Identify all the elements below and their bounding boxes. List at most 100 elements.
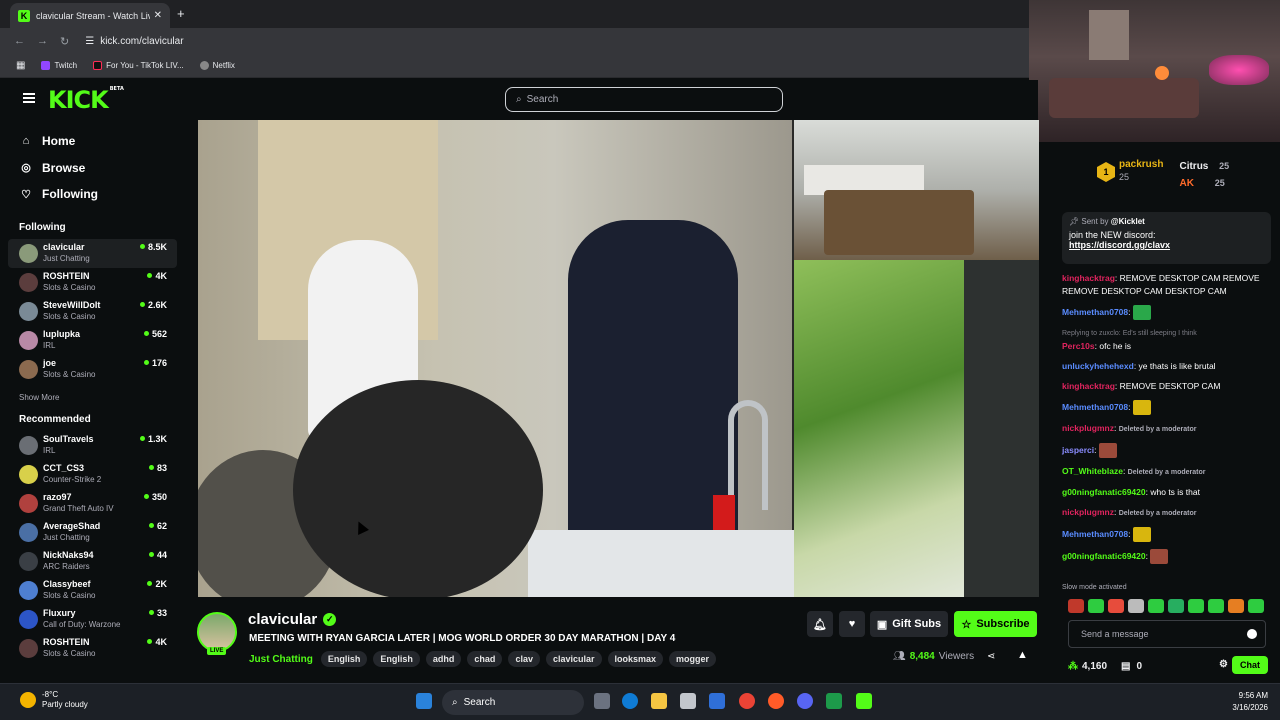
channel-item[interactable]: razo97 Grand Theft Auto IV 350 <box>8 489 177 518</box>
chat-username[interactable]: g00ningfanatic69420 <box>1062 487 1146 497</box>
channel-item[interactable]: SoulTravels IRL 1.3K <box>8 431 177 460</box>
subscribe-button[interactable]: ☆ Subscribe <box>954 611 1037 637</box>
taskbar-search[interactable]: ⌕ Search <box>442 690 584 715</box>
bookmark-twitch[interactable]: Twitch <box>41 61 77 70</box>
xbox-icon[interactable] <box>826 693 842 709</box>
kick-app-icon[interactable] <box>856 693 872 709</box>
chat-message[interactable]: nickplugmnz: Deleted by a moderator <box>1062 422 1274 436</box>
share-icon[interactable]: ⋖ <box>987 651 995 662</box>
emote-icon[interactable] <box>1228 599 1244 613</box>
chat-username[interactable]: nickplugmnz <box>1062 423 1114 433</box>
chat-username[interactable]: OT_Whiteblaze <box>1062 466 1123 476</box>
reload-icon[interactable]: ↻ <box>60 35 69 48</box>
video-player[interactable] <box>198 120 1039 597</box>
tag-chip[interactable]: clav <box>508 651 540 667</box>
outlook-icon[interactable] <box>709 693 725 709</box>
channel-item[interactable]: ROSHTEIN Slots & Casino 4K <box>8 268 177 297</box>
chat-username[interactable]: Mehmethan0708 <box>1062 402 1128 412</box>
settings-icon[interactable]: ⚙ <box>1219 659 1228 670</box>
streamer-name[interactable]: clavicular <box>248 611 317 628</box>
chat-message[interactable]: jasperci: <box>1062 443 1274 458</box>
chat-username[interactable]: Perc10s <box>1062 341 1095 351</box>
emote-icon[interactable] <box>1148 599 1164 613</box>
weather-widget[interactable]: -8°C Partly cloudy <box>20 690 88 710</box>
channel-item[interactable]: CCT_CS3 Counter-Strike 2 83 <box>8 460 177 489</box>
tag-chip[interactable]: mogger <box>669 651 717 667</box>
browser-tab[interactable]: K clavicular Stream - Watch Live on Kick… <box>10 3 170 28</box>
sidebar-following[interactable]: ♡ Following <box>8 181 177 208</box>
chat-message[interactable]: kinghacktrag: REMOVE DESKTOP CAM <box>1062 380 1274 393</box>
menu-icon[interactable] <box>23 93 35 103</box>
chat-message[interactable]: Mehmethan0708: <box>1062 400 1274 415</box>
chat-username[interactable]: Mehmethan0708 <box>1062 307 1128 317</box>
address-bar[interactable]: ☰ kick.com/clavicular <box>85 36 183 47</box>
windows-start-icon[interactable] <box>416 693 432 709</box>
chat-username[interactable]: jasperci <box>1062 445 1094 455</box>
category-link[interactable]: Just Chatting <box>249 654 313 665</box>
edge-icon[interactable] <box>622 693 638 709</box>
chat-username[interactable]: kinghacktrag <box>1062 381 1115 391</box>
pinned-message[interactable]: 📌︎ Sent by @Kicklet join the NEW discord… <box>1062 212 1271 264</box>
tag-chip[interactable]: English <box>373 651 420 667</box>
channel-item[interactable]: AverageShad Just Chatting 62 <box>8 518 177 547</box>
tag-chip[interactable]: chad <box>467 651 503 667</box>
chat-username[interactable]: nickplugmnz <box>1062 507 1114 517</box>
channel-item[interactable]: Classybeef Slots & Casino 2K <box>8 576 177 605</box>
streamer-avatar[interactable] <box>197 612 237 652</box>
task-view-icon[interactable] <box>594 693 610 709</box>
tag-chip[interactable]: clavicular <box>545 651 602 667</box>
show-more-link[interactable]: Show More <box>8 388 177 408</box>
emote-icon[interactable] <box>1248 599 1264 613</box>
close-tab-icon[interactable]: ✕ <box>154 10 162 21</box>
new-tab-icon[interactable]: + <box>177 6 185 21</box>
emote-icon[interactable] <box>1208 599 1224 613</box>
chat-send-button[interactable]: Chat <box>1232 656 1268 674</box>
forward-icon[interactable]: → <box>37 35 48 47</box>
store-icon[interactable] <box>680 693 696 709</box>
chat-message[interactable]: Mehmethan0708: <box>1062 527 1274 542</box>
chat-message[interactable]: g00ningfanatic69420: who ts is that <box>1062 486 1274 499</box>
chat-username[interactable]: Mehmethan0708 <box>1062 529 1128 539</box>
discord-link[interactable]: https://discord.gg/clavx <box>1069 240 1264 250</box>
chat-username[interactable]: g00ningfanatic69420 <box>1062 551 1146 561</box>
channel-item[interactable]: Fluxury Call of Duty: Warzone 33 <box>8 605 177 634</box>
channel-item[interactable]: SteveWillDoIt Slots & Casino 2.6K <box>8 297 177 326</box>
chrome-icon[interactable] <box>739 693 755 709</box>
discord-icon[interactable] <box>797 693 813 709</box>
chat-message[interactable]: Mehmethan0708: <box>1062 305 1274 320</box>
gift-subs-button[interactable]: ▣ Gift Subs <box>870 611 948 637</box>
kick-logo[interactable]: KICK BETA <box>48 86 124 114</box>
chat-message[interactable]: unluckyhehehexd: ye thats is like brutal <box>1062 360 1274 373</box>
file-explorer-icon[interactable] <box>651 693 667 709</box>
tag-chip[interactable]: English <box>320 651 368 667</box>
chat-input[interactable]: Send a message <box>1068 620 1266 648</box>
system-clock[interactable]: 9:56 AM 3/16/2026 <box>1232 690 1268 714</box>
channel-item[interactable]: NickNaks94 ARC Raiders 44 <box>8 547 177 576</box>
channel-item[interactable]: luplupka IRL 562 <box>8 326 177 355</box>
follow-button[interactable]: ♥ <box>839 611 865 637</box>
emote-icon[interactable] <box>1168 599 1184 613</box>
channel-item[interactable]: ROSHTEIN Slots & Casino 4K <box>8 634 177 663</box>
chat-message[interactable]: nickplugmnz: Deleted by a moderator <box>1062 506 1274 520</box>
bookmark-netflix[interactable]: Netflix <box>199 61 235 70</box>
back-icon[interactable]: ← <box>14 35 25 47</box>
emote-icon[interactable] <box>1088 599 1104 613</box>
chat-username[interactable]: unluckyhehehexd <box>1062 361 1134 371</box>
apps-grid-icon[interactable]: ▦ <box>16 60 25 71</box>
bookmark-tiktok[interactable]: For You - TikTok LIV... <box>93 61 184 70</box>
search-input[interactable]: ⌕ Search <box>505 87 783 112</box>
emote-icon[interactable] <box>1108 599 1124 613</box>
emote-icon[interactable] <box>1188 599 1204 613</box>
notification-bell-button[interactable]: 🔔︎ <box>807 611 833 637</box>
chat-username[interactable]: kinghacktrag <box>1062 273 1115 283</box>
media-app-icon[interactable] <box>768 693 784 709</box>
report-icon[interactable]: ▲ <box>1017 649 1028 661</box>
chat-message[interactable]: Replying to zuxclo: Ed's still sleeping … <box>1062 327 1274 353</box>
chat-message[interactable]: OT_Whiteblaze: Deleted by a moderator <box>1062 465 1274 479</box>
channel-item[interactable]: clavicular Just Chatting 8.5K <box>8 238 177 268</box>
chat-message[interactable]: kinghacktrag: REMOVE DESKTOP CAM REMOVE … <box>1062 272 1274 298</box>
sidebar-browse[interactable]: ◎ Browse <box>8 155 177 182</box>
site-info-icon[interactable]: ☰ <box>85 36 94 47</box>
channel-item[interactable]: joe Slots & Casino 176 <box>8 355 177 384</box>
emote-icon[interactable] <box>1068 599 1084 613</box>
